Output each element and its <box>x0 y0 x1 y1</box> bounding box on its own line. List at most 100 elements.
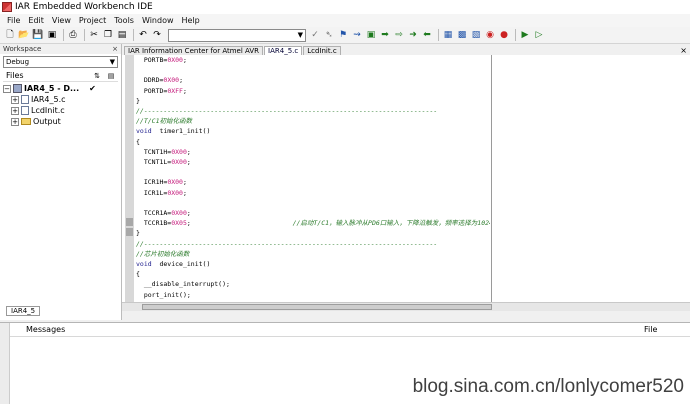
stop-build-icon[interactable]: ◉ <box>484 29 496 41</box>
goto-icon[interactable]: ⇝ <box>351 29 363 41</box>
tree-item-file[interactable]: + IAR4_5.c <box>3 94 118 105</box>
find-combo[interactable]: ▼ <box>168 28 306 42</box>
bookmark-icon[interactable]: ⚑ <box>337 29 349 41</box>
window-title: IAR Embedded Workbench IDE <box>15 2 153 12</box>
debug-icon[interactable]: ▶ <box>519 29 531 41</box>
new-file-icon[interactable]: 🗋 <box>4 29 16 41</box>
menu-edit[interactable]: Edit <box>24 16 48 25</box>
breakpoint-icon[interactable]: ● <box>498 29 510 41</box>
chevron-down-icon: ▼ <box>109 58 115 66</box>
messages-side-strip <box>0 323 10 404</box>
debug-without-download-icon[interactable]: ▷ <box>533 29 545 41</box>
go-icon[interactable]: ➜ <box>407 29 419 41</box>
code-line: TCCR1B=0X05; //启动T/C1，输入脉冲从PD6口输入，下降沿触发，… <box>136 219 490 228</box>
undo-icon[interactable]: ↶ <box>137 29 149 41</box>
workspace-title: Workspace <box>3 45 42 53</box>
toggle-bookmark-icon[interactable]: ▣ <box>365 29 377 41</box>
collapse-icon[interactable]: − <box>3 84 11 93</box>
redo-icon[interactable]: ↷ <box>151 29 163 41</box>
close-icon[interactable]: × <box>112 45 118 53</box>
horizontal-scrollbar[interactable] <box>122 302 690 311</box>
code-line: TCNT1H=0X00; <box>136 147 191 156</box>
toolbar-separator <box>515 29 516 41</box>
messages-column-header[interactable]: Messages <box>10 325 630 334</box>
menu-view[interactable]: View <box>48 16 75 25</box>
toolbar: 🗋 📂 💾 ▣ ⎙ ✂ ❐ ▤ ↶ ↷ ▼ ✓ ➴ ⚑ ⇝ ▣ ➡ ⇨ ➜ ⬅ … <box>0 27 690 44</box>
code-line: TCCR1A=0X00; <box>136 209 191 218</box>
save-all-icon[interactable]: ▣ <box>46 29 58 41</box>
c-file-icon <box>21 106 29 115</box>
scrollbar-thumb[interactable] <box>142 304 492 310</box>
sort-icon[interactable]: ⇅ <box>90 72 104 80</box>
copy-icon[interactable]: ❐ <box>102 29 114 41</box>
next-bookmark-icon[interactable]: ➡ <box>379 29 391 41</box>
code-text[interactable]: PORTB=0X00; DDRD=0X00; PORTD=0XFF;}//---… <box>136 55 490 311</box>
workspace-panel: Workspace × Debug ▼ Files ⇅ ▤ − IAR4_5 -… <box>0 44 122 320</box>
open-folder-icon[interactable]: 📂 <box>18 29 30 41</box>
code-line: ICR1H=0X00; <box>136 178 187 187</box>
tree-item-label: LcdInit.c <box>31 106 65 115</box>
code-editor[interactable]: PORTB=0X00; DDRD=0X00; PORTD=0XFF;}//---… <box>122 55 690 311</box>
line-marker <box>126 218 133 226</box>
tab-lcdinit-c[interactable]: LcdInit.c <box>303 46 341 55</box>
files-column-header: Files ⇅ ▤ <box>3 70 118 82</box>
tab-info-center[interactable]: IAR Information Center for Atmel AVR <box>124 46 264 55</box>
workspace-tab[interactable]: IAR4_5 <box>6 306 41 316</box>
toolbar-separator <box>133 29 134 41</box>
code-line: //芯片初始化函数 <box>136 249 190 258</box>
prev-bookmark-icon[interactable]: ⇨ <box>393 29 405 41</box>
code-line: ICR1L=0X00; <box>136 188 187 197</box>
tree-item-folder[interactable]: + Output <box>3 116 118 127</box>
file-column-header[interactable]: File <box>630 325 657 334</box>
build-icon[interactable]: ▧ <box>470 29 482 41</box>
right-margin-line <box>491 55 492 311</box>
options-icon[interactable]: ▤ <box>104 72 118 80</box>
find-prev-icon[interactable]: ➴ <box>323 29 335 41</box>
tree-item-label: Output <box>33 117 61 126</box>
menu-bar: File Edit View Project Tools Window Help <box>0 14 690 27</box>
tree-item-label: IAR4_5 - D... <box>24 84 80 93</box>
make-icon[interactable]: ▩ <box>456 29 468 41</box>
compile-icon[interactable]: ▦ <box>442 29 454 41</box>
menu-tools[interactable]: Tools <box>110 16 138 25</box>
menu-project[interactable]: Project <box>75 16 110 25</box>
close-icon[interactable]: × <box>680 46 687 55</box>
menu-window[interactable]: Window <box>138 16 178 25</box>
expand-icon[interactable]: + <box>11 117 19 126</box>
save-icon[interactable]: 💾 <box>32 29 44 41</box>
code-line: } <box>136 96 140 105</box>
expand-icon[interactable]: + <box>11 95 19 104</box>
code-line: //--------------------------------------… <box>136 107 438 116</box>
messages-panel: Messages File blog.sina.com.cn/lonlycome… <box>0 322 690 404</box>
menu-file[interactable]: File <box>3 16 24 25</box>
tab-iar4-5-c[interactable]: IAR4_5.c <box>264 46 303 55</box>
file-tree: − IAR4_5 - D... ✔ + IAR4_5.c + LcdInit.c… <box>3 83 118 127</box>
back-icon[interactable]: ⬅ <box>421 29 433 41</box>
project-icon <box>13 84 22 93</box>
print-icon[interactable]: ⎙ <box>67 29 79 41</box>
find-next-icon[interactable]: ✓ <box>309 29 321 41</box>
tree-item-project[interactable]: − IAR4_5 - D... ✔ <box>3 83 118 94</box>
code-line: } <box>136 229 140 238</box>
code-line: void device_init() <box>136 260 211 269</box>
toolbar-separator <box>84 29 85 41</box>
title-bar: IAR Embedded Workbench IDE <box>0 0 690 14</box>
tree-item-label: IAR4_5.c <box>31 95 66 104</box>
code-line: { <box>136 270 140 279</box>
config-dropdown[interactable]: Debug ▼ <box>3 56 118 68</box>
toolbar-separator <box>438 29 439 41</box>
menu-help[interactable]: Help <box>178 16 204 25</box>
cut-icon[interactable]: ✂ <box>88 29 100 41</box>
config-value: Debug <box>6 58 30 66</box>
tree-item-file[interactable]: + LcdInit.c <box>3 105 118 116</box>
folder-icon <box>21 118 31 125</box>
code-line: void timer1_init() <box>136 127 211 136</box>
chevron-down-icon: ▼ <box>297 30 303 39</box>
expand-icon[interactable]: + <box>11 106 19 115</box>
paste-icon[interactable]: ▤ <box>116 29 128 41</box>
code-line: PORTB=0X00; <box>136 56 187 64</box>
code-line: DDRD=0X00; <box>136 76 183 85</box>
code-line: TCNT1L=0X00; <box>136 158 191 167</box>
